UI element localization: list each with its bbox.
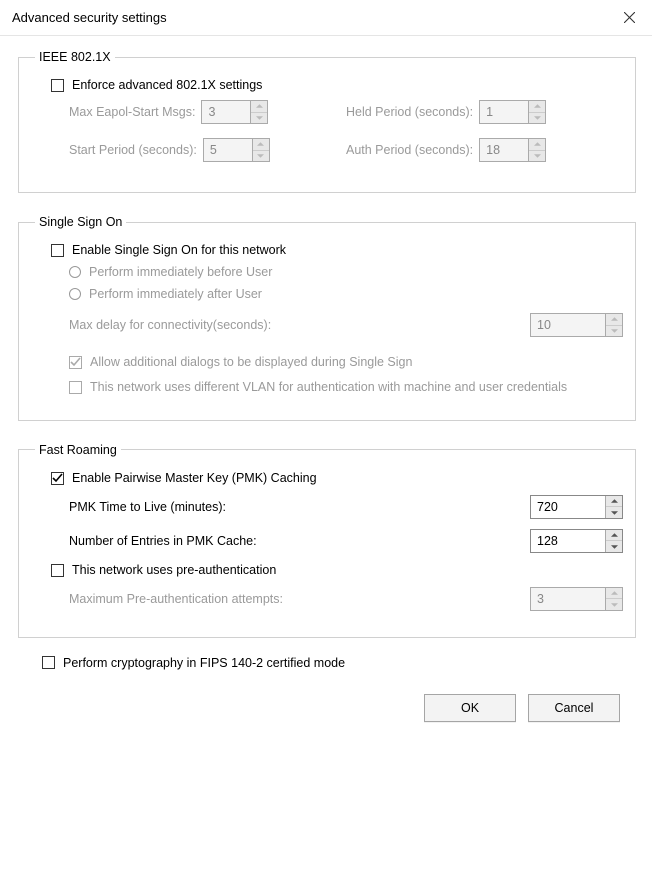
pmk-caching-label: Enable Pairwise Master Key (PMK) Caching	[72, 471, 317, 485]
auth-period-label: Auth Period (seconds):	[346, 143, 473, 157]
window-title: Advanced security settings	[12, 10, 167, 25]
spinner-arrows	[605, 496, 622, 518]
check-icon	[52, 473, 63, 484]
start-period-label: Start Period (seconds):	[69, 143, 197, 157]
sso-before-user-label: Perform immediately before User	[89, 265, 272, 279]
spinner-up[interactable]	[606, 530, 622, 542]
titlebar: Advanced security settings	[0, 0, 652, 36]
spinner-arrows	[605, 588, 622, 610]
pmk-ttl-label: PMK Time to Live (minutes):	[69, 500, 226, 514]
group-ieee-8021x: IEEE 802.1X Enforce advanced 802.1X sett…	[18, 50, 636, 193]
spinner-up[interactable]	[606, 588, 622, 600]
enable-sso-checkbox[interactable]	[51, 244, 64, 257]
spinner-down[interactable]	[606, 541, 622, 552]
sso-allow-dialogs-label: Allow additional dialogs to be displayed…	[90, 355, 412, 369]
held-period-spinner[interactable]	[479, 100, 546, 124]
ok-button[interactable]: OK	[424, 694, 516, 722]
spinner-down[interactable]	[606, 507, 622, 518]
spinner-down[interactable]	[253, 151, 269, 162]
max-eapol-label: Max Eapol-Start Msgs:	[69, 105, 195, 119]
spinner-arrows	[252, 139, 269, 161]
max-preauth-input[interactable]	[531, 588, 605, 610]
dialog-content: IEEE 802.1X Enforce advanced 802.1X sett…	[0, 36, 652, 732]
sso-allow-dialogs-checkbox[interactable]	[69, 356, 82, 369]
preauth-label: This network uses pre-authentication	[72, 563, 276, 577]
pmk-caching-checkbox[interactable]	[51, 472, 64, 485]
spinner-up[interactable]	[606, 496, 622, 508]
sso-max-delay-input[interactable]	[531, 314, 605, 336]
spinner-down[interactable]	[606, 326, 622, 337]
group-legend-sso: Single Sign On	[35, 215, 126, 229]
spinner-down[interactable]	[529, 113, 545, 124]
enforce-8021x-checkbox[interactable]	[51, 79, 64, 92]
spinner-up[interactable]	[251, 101, 267, 113]
max-eapol-input[interactable]	[202, 101, 250, 123]
preauth-checkbox[interactable]	[51, 564, 64, 577]
spinner-up[interactable]	[529, 139, 545, 151]
pmk-ttl-spinner[interactable]	[530, 495, 623, 519]
held-period-label: Held Period (seconds):	[346, 105, 473, 119]
sso-diff-vlan-label: This network uses different VLAN for aut…	[90, 379, 567, 396]
sso-max-delay-spinner[interactable]	[530, 313, 623, 337]
spinner-up[interactable]	[606, 314, 622, 326]
spinner-up[interactable]	[253, 139, 269, 151]
max-preauth-spinner[interactable]	[530, 587, 623, 611]
dialog-footer: OK Cancel	[18, 688, 636, 722]
group-single-sign-on: Single Sign On Enable Single Sign On for…	[18, 215, 636, 421]
enforce-8021x-label: Enforce advanced 802.1X settings	[72, 78, 262, 92]
check-icon	[70, 357, 81, 368]
spinner-arrows	[250, 101, 267, 123]
spinner-up[interactable]	[529, 101, 545, 113]
sso-after-user-label: Perform immediately after User	[89, 287, 262, 301]
max-preauth-label: Maximum Pre-authentication attempts:	[69, 592, 283, 606]
cancel-button[interactable]: Cancel	[528, 694, 620, 722]
close-icon	[624, 12, 635, 23]
spinner-arrows	[528, 101, 545, 123]
pmk-ttl-input[interactable]	[531, 496, 605, 518]
pmk-entries-label: Number of Entries in PMK Cache:	[69, 534, 257, 548]
spinner-down[interactable]	[606, 599, 622, 610]
max-eapol-spinner[interactable]	[201, 100, 268, 124]
spinner-arrows	[605, 530, 622, 552]
pmk-entries-input[interactable]	[531, 530, 605, 552]
auth-period-input[interactable]	[480, 139, 528, 161]
sso-after-user-radio[interactable]	[69, 288, 81, 300]
group-legend-ieee: IEEE 802.1X	[35, 50, 115, 64]
sso-before-user-radio[interactable]	[69, 266, 81, 278]
spinner-down[interactable]	[529, 151, 545, 162]
fips-mode-label: Perform cryptography in FIPS 140-2 certi…	[63, 656, 345, 670]
group-fast-roaming: Fast Roaming Enable Pairwise Master Key …	[18, 443, 636, 638]
pmk-entries-spinner[interactable]	[530, 529, 623, 553]
held-period-input[interactable]	[480, 101, 528, 123]
sso-diff-vlan-checkbox[interactable]	[69, 381, 82, 394]
spinner-arrows	[605, 314, 622, 336]
start-period-input[interactable]	[204, 139, 252, 161]
close-button[interactable]	[606, 2, 652, 34]
enable-sso-label: Enable Single Sign On for this network	[72, 243, 286, 257]
group-legend-roaming: Fast Roaming	[35, 443, 121, 457]
spinner-arrows	[528, 139, 545, 161]
fips-mode-checkbox[interactable]	[42, 656, 55, 669]
spinner-down[interactable]	[251, 113, 267, 124]
start-period-spinner[interactable]	[203, 138, 270, 162]
auth-period-spinner[interactable]	[479, 138, 546, 162]
sso-max-delay-label: Max delay for connectivity(seconds):	[69, 318, 271, 332]
